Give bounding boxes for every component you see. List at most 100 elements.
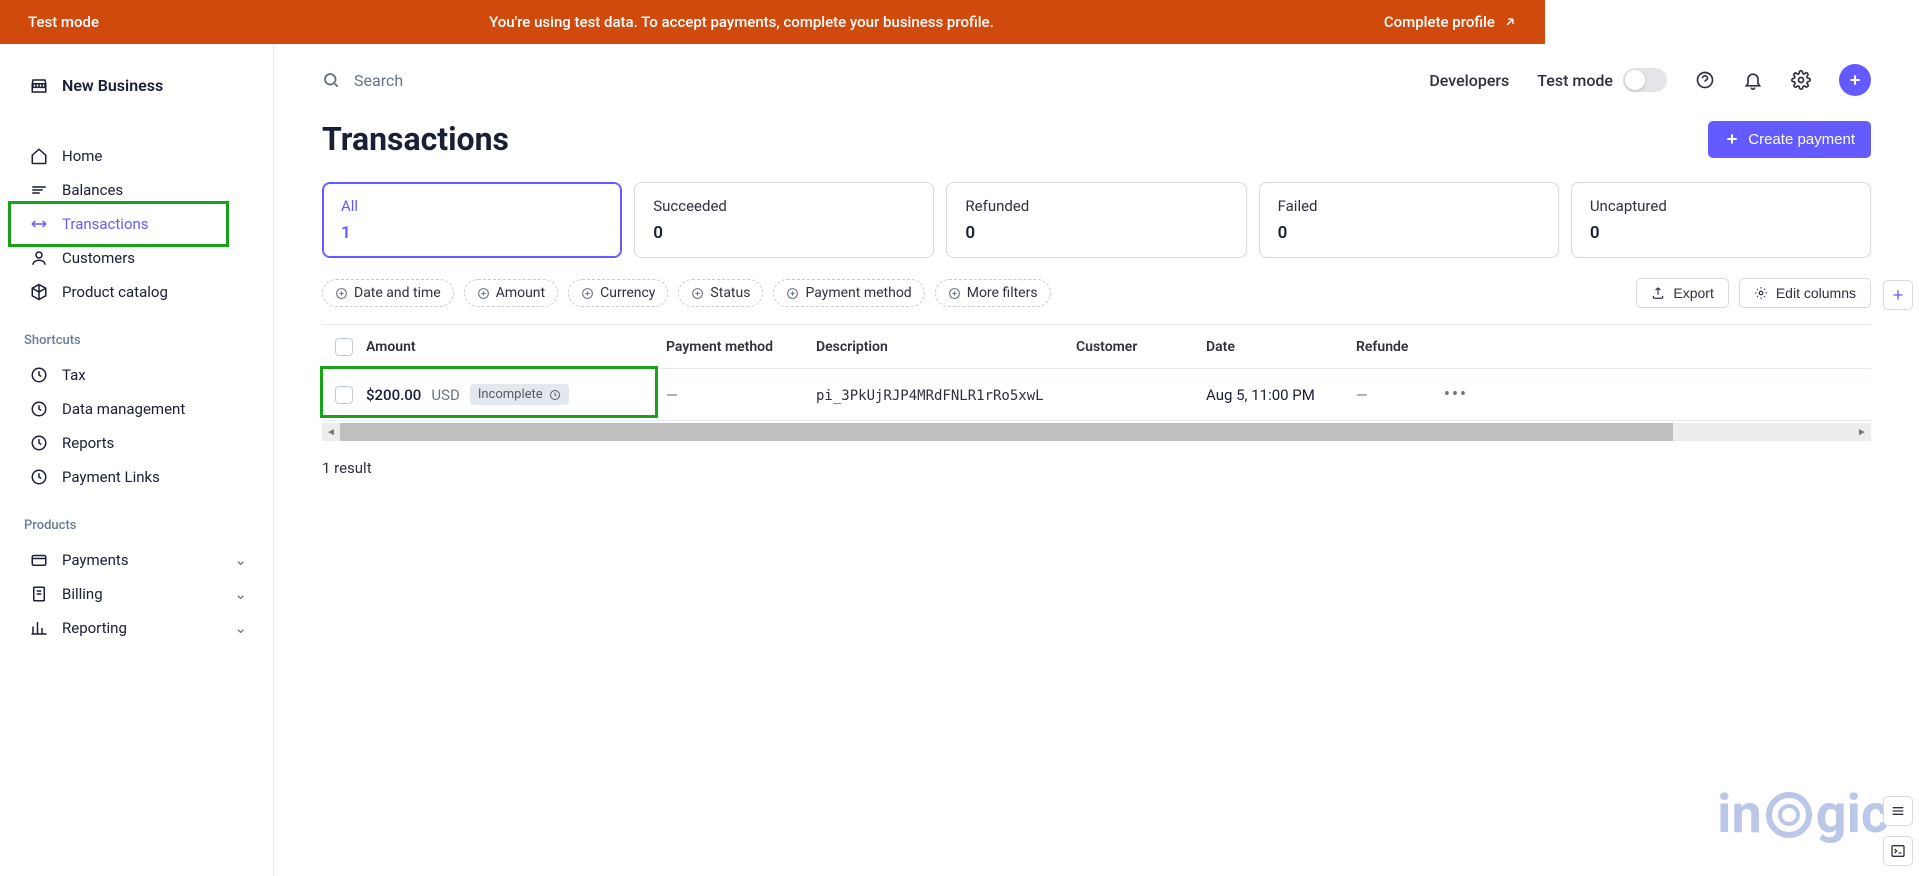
chevron-down-icon: ⌄ xyxy=(234,551,247,569)
filter-payment-method[interactable]: Payment method xyxy=(773,279,924,307)
search-placeholder: Search xyxy=(354,71,403,90)
create-payment-button[interactable]: Create payment xyxy=(1708,121,1871,158)
sidebar-item-label: Product catalog xyxy=(62,283,168,301)
filter-date-and-time[interactable]: Date and time xyxy=(322,279,454,307)
external-link-icon xyxy=(1503,15,1517,29)
nav-shortcuts-section: Shortcuts Tax Data management Reports Pa… xyxy=(0,327,273,512)
filter-currency[interactable]: Currency xyxy=(568,279,668,307)
header-refunded[interactable]: Refunde xyxy=(1356,339,1436,355)
clock-icon xyxy=(549,389,561,401)
edit-columns-button[interactable]: Edit columns xyxy=(1739,278,1871,308)
header-amount[interactable]: Amount xyxy=(366,339,666,355)
clock-icon xyxy=(30,468,48,486)
tab-count: 0 xyxy=(1278,223,1540,243)
results-count: 1 result xyxy=(274,441,1919,495)
sidebar-item-label: Reports xyxy=(62,434,114,452)
banner-mode-label: Test mode xyxy=(28,13,99,31)
tab-uncaptured[interactable]: Uncaptured 0 xyxy=(1571,182,1871,258)
status-tabs: All 1 Succeeded 0 Refunded 0 Failed 0 Un… xyxy=(274,182,1919,278)
chevron-down-icon: ⌄ xyxy=(234,619,247,637)
customers-icon xyxy=(30,249,48,267)
sidebar-item-transactions[interactable]: Transactions xyxy=(0,207,273,241)
sidebar-item-tax[interactable]: Tax xyxy=(0,358,273,392)
sidebar-item-label: Transactions xyxy=(62,215,149,233)
tab-label: Refunded xyxy=(965,197,1227,215)
scroll-left-icon[interactable]: ◄ xyxy=(322,427,340,438)
create-payment-label: Create payment xyxy=(1748,131,1855,148)
table-row[interactable]: $200.00 USD Incomplete — pi_3PkUjRJP4MRd… xyxy=(322,369,1871,421)
watermark-logo: ingic xyxy=(1717,783,1889,846)
sidebar-item-label: Balances xyxy=(62,181,123,199)
products-heading: Products xyxy=(0,512,273,543)
sidebar-item-product-catalog[interactable]: Product catalog xyxy=(0,275,273,309)
transactions-icon xyxy=(30,215,48,233)
business-name: New Business xyxy=(62,76,163,95)
tab-count: 1 xyxy=(341,223,603,243)
tab-label: Failed xyxy=(1278,197,1540,215)
tab-label: All xyxy=(341,197,603,215)
scroll-right-icon[interactable]: ► xyxy=(1853,427,1871,438)
tab-succeeded[interactable]: Succeeded 0 xyxy=(634,182,934,258)
clock-icon xyxy=(30,366,48,384)
header-payment-method[interactable]: Payment method xyxy=(666,339,816,355)
filter-status[interactable]: Status xyxy=(678,279,763,307)
sidebar-item-billing[interactable]: Billing ⌄ xyxy=(0,577,273,611)
filter-label: Status xyxy=(710,285,750,301)
tab-refunded[interactable]: Refunded 0 xyxy=(946,182,1246,258)
status-badge: Incomplete xyxy=(470,384,569,405)
sidebar-item-label: Home xyxy=(62,147,102,165)
banner-message: You're using test data. To accept paymen… xyxy=(489,13,994,31)
search-input[interactable]: Search xyxy=(322,71,403,90)
filter-more[interactable]: More filters xyxy=(935,279,1051,307)
sidebar-item-payments[interactable]: Payments ⌄ xyxy=(0,543,273,577)
sidebar-item-reporting[interactable]: Reporting ⌄ xyxy=(0,611,273,645)
clock-icon xyxy=(30,400,48,418)
business-switcher[interactable]: New Business xyxy=(0,68,273,103)
sidebar-item-payment-links[interactable]: Payment Links xyxy=(0,460,273,494)
notifications-icon[interactable] xyxy=(1743,70,1763,90)
header-customer[interactable]: Customer xyxy=(1076,339,1206,355)
filter-amount[interactable]: Amount xyxy=(464,279,558,307)
product-catalog-icon xyxy=(30,283,48,301)
tab-label: Uncaptured xyxy=(1590,197,1852,215)
payments-icon xyxy=(30,551,48,569)
billing-icon xyxy=(30,585,48,603)
header-description[interactable]: Description xyxy=(816,339,1076,355)
menu-panel-button[interactable] xyxy=(1883,796,1913,826)
select-all-checkbox[interactable] xyxy=(335,338,353,356)
sidebar-item-label: Payment Links xyxy=(62,468,160,486)
header-date[interactable]: Date xyxy=(1206,339,1356,355)
sidebar-item-label: Tax xyxy=(62,366,86,384)
sidebar-item-reports[interactable]: Reports xyxy=(0,426,273,460)
table-header-row: Amount Payment method Description Custom… xyxy=(322,325,1871,369)
help-icon[interactable] xyxy=(1695,70,1715,90)
row-actions-button[interactable]: ••• xyxy=(1444,384,1468,405)
sidebar-item-label: Data management xyxy=(62,400,185,418)
row-checkbox[interactable] xyxy=(335,386,353,404)
complete-profile-link[interactable]: Complete profile xyxy=(1384,13,1517,31)
sidebar-item-data-management[interactable]: Data management xyxy=(0,392,273,426)
reporting-icon xyxy=(30,619,48,637)
shortcuts-heading: Shortcuts xyxy=(0,327,273,358)
amount-value: $200.00 xyxy=(366,386,421,404)
sidebar-item-home[interactable]: Home xyxy=(0,139,273,173)
settings-icon[interactable] xyxy=(1791,70,1811,90)
search-icon xyxy=(322,71,340,89)
store-icon xyxy=(30,77,48,95)
test-mode-toggle[interactable] xyxy=(1623,68,1667,92)
sidebar-item-balances[interactable]: Balances xyxy=(0,173,273,207)
date-value: Aug 5, 11:00 PM xyxy=(1206,386,1356,404)
nav-products-section: Products Payments ⌄ Billing ⌄ Reporting … xyxy=(0,512,273,663)
developers-link[interactable]: Developers xyxy=(1429,71,1509,90)
create-fab[interactable] xyxy=(1839,64,1871,96)
sidebar-item-label: Billing xyxy=(62,585,103,603)
horizontal-scrollbar[interactable]: ◄ ► xyxy=(322,423,1871,441)
export-button[interactable]: Export xyxy=(1636,278,1728,308)
tab-failed[interactable]: Failed 0 xyxy=(1259,182,1559,258)
console-panel-button[interactable] xyxy=(1883,836,1913,866)
sidebar-item-customers[interactable]: Customers xyxy=(0,241,273,275)
add-panel-button[interactable] xyxy=(1883,280,1913,310)
transactions-table: Amount Payment method Description Custom… xyxy=(322,324,1871,421)
page-title: Transactions xyxy=(322,120,509,158)
tab-all[interactable]: All 1 xyxy=(322,182,622,258)
